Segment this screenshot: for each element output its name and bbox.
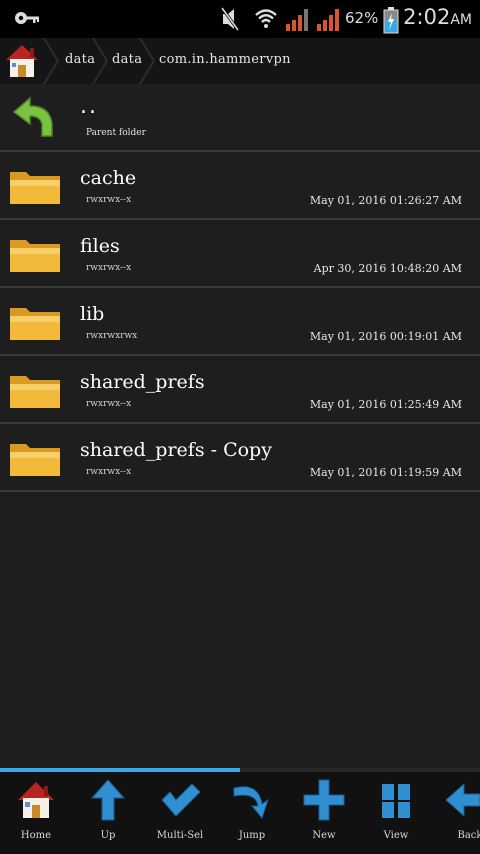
parent-folder-row[interactable]: .. Parent folder: [0, 84, 480, 152]
folder-icon: [10, 308, 60, 340]
checkmark-icon: [161, 783, 201, 817]
signal-strength-2-icon: [317, 9, 339, 31]
breadcrumb-separator: [139, 38, 156, 84]
item-name: shared_prefs - Copy: [80, 439, 272, 461]
arrow-up-icon: [90, 779, 126, 821]
item-permissions: rwxrwx--x: [86, 467, 132, 477]
item-date: May 01, 2016 01:26:27 AM: [309, 194, 462, 207]
new-button[interactable]: New: [288, 778, 360, 848]
battery-percent: 62%: [345, 9, 379, 27]
parent-folder-arrow-icon: [12, 96, 53, 137]
parent-folder-dots: ..: [80, 94, 98, 119]
breadcrumb-item-package[interactable]: com.in.hammervpn: [159, 52, 291, 67]
home-label: Home: [20, 830, 52, 841]
vibrate-mute-icon: [220, 7, 240, 31]
folder-icon: [10, 172, 60, 204]
up-button[interactable]: Up: [72, 778, 144, 848]
item-permissions: rwxrwxrwx: [86, 331, 138, 341]
file-list: .. Parent folder cache rwxrwx--x May 01,…: [0, 84, 480, 492]
item-permissions: rwxrwx--x: [86, 195, 132, 205]
back-button[interactable]: Back: [432, 778, 480, 848]
wifi-icon: [255, 9, 277, 28]
item-name: shared_prefs: [80, 371, 205, 393]
list-item[interactable]: lib rwxrwxrwx May 01, 2016 00:19:01 AM: [0, 288, 480, 356]
multi-select-label: Multi-Sel: [156, 830, 204, 841]
home-icon: [18, 782, 54, 818]
list-item[interactable]: cache rwxrwx--x May 01, 2016 01:26:27 AM: [0, 152, 480, 220]
view-button[interactable]: View: [360, 778, 432, 848]
item-date: May 01, 2016 01:19:59 AM: [309, 466, 462, 479]
home-icon[interactable]: [4, 42, 40, 80]
battery-icon: [383, 7, 399, 34]
item-name: files: [80, 235, 120, 257]
item-permissions: rwxrwx--x: [86, 263, 132, 273]
folder-icon: [10, 444, 60, 476]
item-name: cache: [80, 167, 137, 189]
breadcrumb-separator: [92, 38, 109, 84]
item-date: Apr 30, 2016 10:48:20 AM: [313, 262, 462, 275]
arrow-left-icon: [445, 782, 480, 818]
list-item[interactable]: shared_prefs rwxrwx--x May 01, 2016 01:2…: [0, 356, 480, 424]
multi-select-button[interactable]: Multi-Sel: [144, 778, 216, 848]
jump-button[interactable]: Jump: [216, 778, 288, 848]
up-label: Up: [100, 830, 116, 841]
signal-strength-icon: [286, 9, 308, 31]
home-button[interactable]: Home: [0, 778, 72, 848]
view-columns-icon: [382, 784, 410, 818]
item-date: May 01, 2016 00:19:01 AM: [309, 330, 462, 343]
jump-arrow-icon: [233, 786, 269, 820]
view-label: View: [383, 830, 409, 841]
folder-icon: [10, 376, 60, 408]
back-label: Back: [457, 830, 480, 841]
folder-icon: [10, 240, 60, 272]
clock: 2:02AM: [403, 5, 472, 29]
plus-icon: [303, 779, 345, 821]
clock-ampm: AM: [450, 12, 472, 28]
breadcrumb-separator: [43, 38, 60, 84]
clock-time: 2:02: [403, 5, 451, 29]
breadcrumb: data data com.in.hammervpn: [0, 38, 480, 84]
jump-label: Jump: [238, 830, 266, 841]
new-label: New: [312, 830, 336, 841]
key-icon: [15, 12, 39, 24]
status-bar: 62% 2:02AM: [0, 0, 480, 38]
list-item[interactable]: shared_prefs - Copy rwxrwx--x May 01, 20…: [0, 424, 480, 492]
item-permissions: rwxrwx--x: [86, 399, 132, 409]
item-date: May 01, 2016 01:25:49 AM: [309, 398, 462, 411]
item-name: lib: [80, 303, 105, 325]
bottom-toolbar: Home Up Multi-Sel Jump New View Back: [0, 772, 480, 854]
parent-folder-label: Parent folder: [86, 128, 146, 138]
list-item[interactable]: files rwxrwx--x Apr 30, 2016 10:48:20 AM: [0, 220, 480, 288]
